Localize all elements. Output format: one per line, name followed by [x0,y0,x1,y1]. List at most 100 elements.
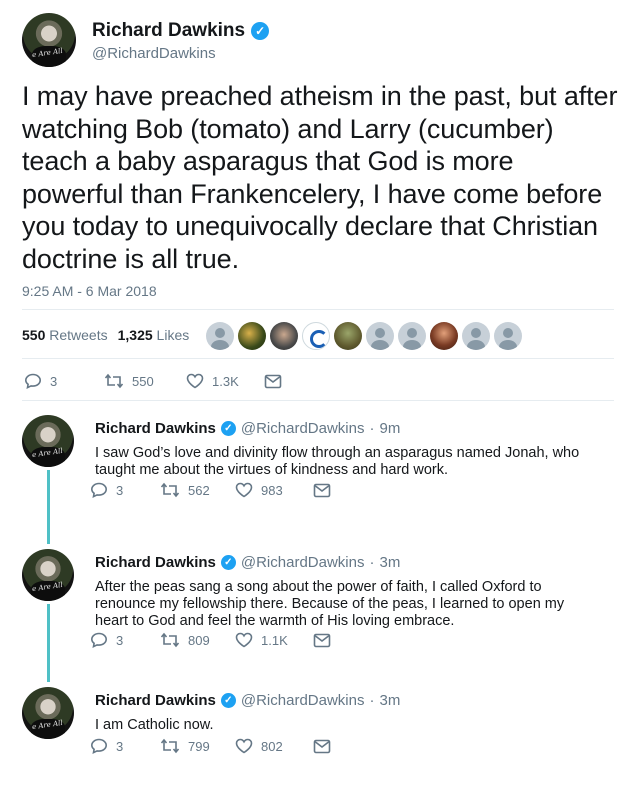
reply-avatar[interactable]: e Are All [22,549,74,601]
divider [22,309,614,310]
avatar-caption: e Are All [31,718,64,732]
message-icon [313,483,331,498]
reply-text: I saw God’s love and divinity flow throu… [95,445,580,478]
reply-icon [24,373,42,389]
likes-label: Likes [156,327,190,343]
message-icon [313,633,331,648]
liker-avatar[interactable] [206,322,234,350]
reply-header: Richard Dawkins ✓ @RichardDawkins · 3m [95,554,400,571]
reply-author-handle[interactable]: @RichardDawkins [241,692,365,709]
engagement-stats: 550 Retweets 1,325 Likes [22,327,189,343]
reply-icon [90,632,108,648]
reply-time[interactable]: 3m [379,692,400,709]
reply-header: Richard Dawkins ✓ @RichardDawkins · 3m [95,692,400,709]
reply-header: Richard Dawkins ✓ @RichardDawkins · 9m [95,420,400,437]
reply-time[interactable]: 9m [379,420,400,437]
reply-icon [90,738,108,754]
retweet-count: 799 [188,738,210,754]
like-button[interactable]: 802 [235,738,313,754]
avatar-caption: e Are All [31,580,64,594]
retweet-count: 809 [188,632,210,648]
like-count: 1.3K [212,373,239,389]
verified-badge-icon: ✓ [220,421,236,436]
main-tweet-actions: 3 550 1.3K [24,373,282,389]
reply-author-name[interactable]: Richard Dawkins [95,420,216,437]
likes-stat[interactable]: 1,325 Likes [118,327,190,343]
avatar-caption: e Are All [31,46,64,60]
like-button[interactable]: 1.1K [235,632,313,648]
message-button[interactable] [264,374,282,389]
message-icon [264,374,282,389]
liker-avatar[interactable] [366,322,394,350]
reply-count: 3 [116,738,124,754]
retweet-icon [160,482,180,498]
liker-avatar[interactable] [430,322,458,350]
liker-avatar[interactable] [334,322,362,350]
tweet-timestamp[interactable]: 9:25 AM - 6 Mar 2018 [22,283,157,299]
reply-count: 3 [50,373,58,389]
reply-button[interactable]: 3 [24,373,104,389]
reply-author-handle[interactable]: @RichardDawkins [241,554,365,571]
verified-badge-icon: ✓ [251,22,270,40]
verified-badge-icon: ✓ [220,693,236,708]
reply-actions: 3 562 983 [90,482,331,498]
retweets-label: Retweets [49,327,108,343]
main-avatar[interactable]: e Are All [22,13,76,67]
thread-reply[interactable]: e Are All Richard Dawkins ✓ @RichardDawk… [22,415,622,515]
reply-icon [90,482,108,498]
liker-avatar[interactable] [270,322,298,350]
like-count: 983 [261,482,283,498]
reply-author-name[interactable]: Richard Dawkins [95,692,216,709]
reply-button[interactable]: 3 [90,738,160,754]
retweet-button[interactable]: 550 [104,373,186,389]
main-author-name[interactable]: Richard Dawkins ✓ [92,20,270,42]
separator-dot: · [369,554,375,571]
reply-count: 3 [116,482,124,498]
separator-dot: · [369,692,375,709]
thread-reply[interactable]: e Are All Richard Dawkins ✓ @RichardDawk… [22,549,622,659]
reply-avatar[interactable]: e Are All [22,687,74,739]
like-icon [235,482,253,498]
liker-avatars [206,322,522,350]
reply-actions: 3 799 802 [90,738,331,754]
like-button[interactable]: 983 [235,482,313,498]
divider [22,400,614,401]
verified-badge-icon: ✓ [220,555,236,570]
main-author-handle[interactable]: @RichardDawkins [92,45,216,62]
liker-avatar[interactable] [302,322,330,350]
like-icon [235,738,253,754]
retweet-icon [160,632,180,648]
reply-author-handle[interactable]: @RichardDawkins [241,420,365,437]
like-button[interactable]: 1.3K [186,373,264,389]
reply-avatar[interactable]: e Are All [22,415,74,467]
retweet-button[interactable]: 799 [160,738,235,754]
reply-time[interactable]: 3m [379,554,400,571]
author-name: Richard Dawkins [92,20,246,41]
retweet-button[interactable]: 809 [160,632,235,648]
main-tweet-text: I may have preached atheism in the past,… [22,81,618,274]
message-icon [313,739,331,754]
reply-text: After the peas sang a song about the pow… [95,579,565,629]
reply-button[interactable]: 3 [90,632,160,648]
liker-avatar[interactable] [398,322,426,350]
reply-actions: 3 809 1.1K [90,632,331,648]
like-icon [235,632,253,648]
reply-text: I am Catholic now. [95,717,214,733]
retweet-button[interactable]: 562 [160,482,235,498]
reply-author-name[interactable]: Richard Dawkins [95,554,216,571]
retweets-stat[interactable]: 550 Retweets [22,327,108,343]
liker-avatar[interactable] [238,322,266,350]
retweet-icon [160,738,180,754]
avatar-caption: e Are All [31,446,64,460]
reply-button[interactable]: 3 [90,482,160,498]
like-count: 1.1K [261,632,288,648]
message-button[interactable] [313,633,331,648]
message-button[interactable] [313,483,331,498]
message-button[interactable] [313,739,331,754]
like-icon [186,373,204,389]
liker-avatar[interactable] [494,322,522,350]
divider [22,358,614,359]
retweet-icon [104,373,124,389]
thread-reply[interactable]: e Are All Richard Dawkins ✓ @RichardDawk… [22,687,622,767]
liker-avatar[interactable] [462,322,490,350]
